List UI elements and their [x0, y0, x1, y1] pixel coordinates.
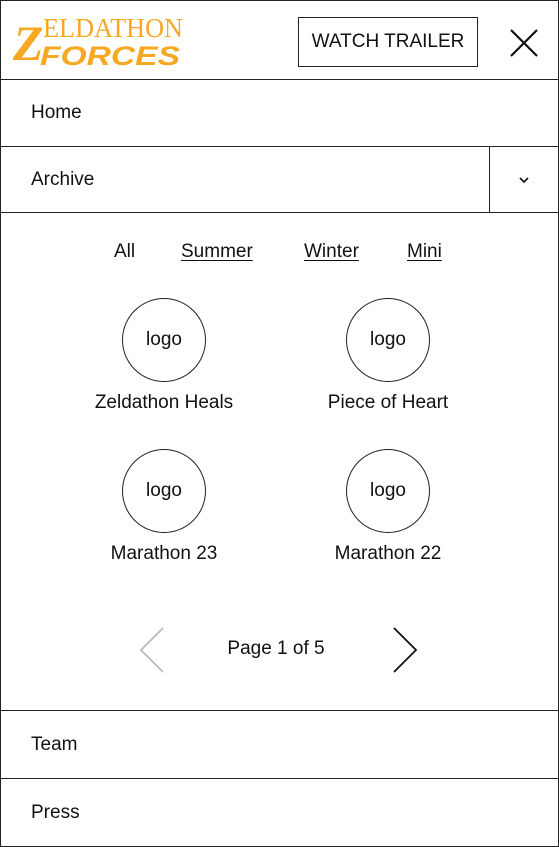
close-icon[interactable] — [506, 25, 542, 61]
logo-line-2: FORCES — [40, 41, 180, 69]
nav-item-team-label: Team — [31, 733, 78, 755]
logo-line-1: ELDATHON — [43, 13, 183, 43]
event-card[interactable]: logo Marathon 22 — [273, 449, 503, 565]
event-logo-text: logo — [146, 480, 182, 501]
archive-toggle-button[interactable] — [489, 147, 558, 212]
event-logo: logo — [346, 298, 430, 382]
watch-trailer-button[interactable]: WATCH TRAILER — [298, 17, 478, 67]
event-logo-text: logo — [370, 329, 406, 350]
logo-initial: Z — [13, 15, 44, 69]
event-card[interactable]: logo Marathon 23 — [49, 449, 279, 565]
event-logo-text: logo — [370, 480, 406, 501]
nav-item-home-label: Home — [31, 102, 82, 123]
nav-item-archive: Archive — [1, 147, 558, 213]
event-card[interactable]: logo Zeldathon Heals — [49, 298, 279, 414]
event-logo: logo — [346, 449, 430, 533]
chevron-right-icon[interactable] — [390, 625, 420, 675]
event-logo: logo — [122, 449, 206, 533]
zeldathon-forces-logo[interactable]: Z ELDATHON FORCES — [13, 13, 188, 69]
filter-summer[interactable]: Summer — [181, 241, 253, 263]
header: Z ELDATHON FORCES WATCH TRAILER — [1, 1, 558, 80]
filter-winter[interactable]: Winter — [304, 241, 359, 263]
event-logo: logo — [122, 298, 206, 382]
nav-item-press-label: Press — [31, 801, 80, 823]
event-name: Piece of Heart — [327, 392, 449, 413]
mobile-menu: Z ELDATHON FORCES WATCH TRAILER Home Arc… — [0, 0, 559, 847]
filter-all[interactable]: All — [114, 241, 135, 263]
nav-item-team[interactable]: Team — [1, 711, 558, 779]
nav-item-press[interactable]: Press — [1, 779, 558, 846]
pagination: Page 1 of 5 — [1, 625, 558, 675]
event-name: Marathon 22 — [334, 543, 442, 564]
archive-panel: All Summer Winter Mini logo Zeldathon He… — [1, 213, 558, 711]
event-logo-text: logo — [146, 329, 182, 350]
chevron-down-icon — [519, 176, 529, 183]
page-indicator: Page 1 of 5 — [227, 638, 325, 659]
event-name: Zeldathon Heals — [94, 392, 234, 413]
archive-filters: All Summer Winter Mini — [1, 241, 558, 269]
nav-item-archive-label: Archive — [31, 168, 95, 190]
nav-item-archive-link[interactable]: Archive — [1, 147, 489, 212]
nav-item-home[interactable]: Home — [1, 80, 558, 147]
filter-mini[interactable]: Mini — [407, 241, 442, 263]
event-card[interactable]: logo Piece of Heart — [273, 298, 503, 414]
chevron-left-icon — [139, 627, 164, 673]
event-name: Marathon 23 — [110, 543, 218, 564]
